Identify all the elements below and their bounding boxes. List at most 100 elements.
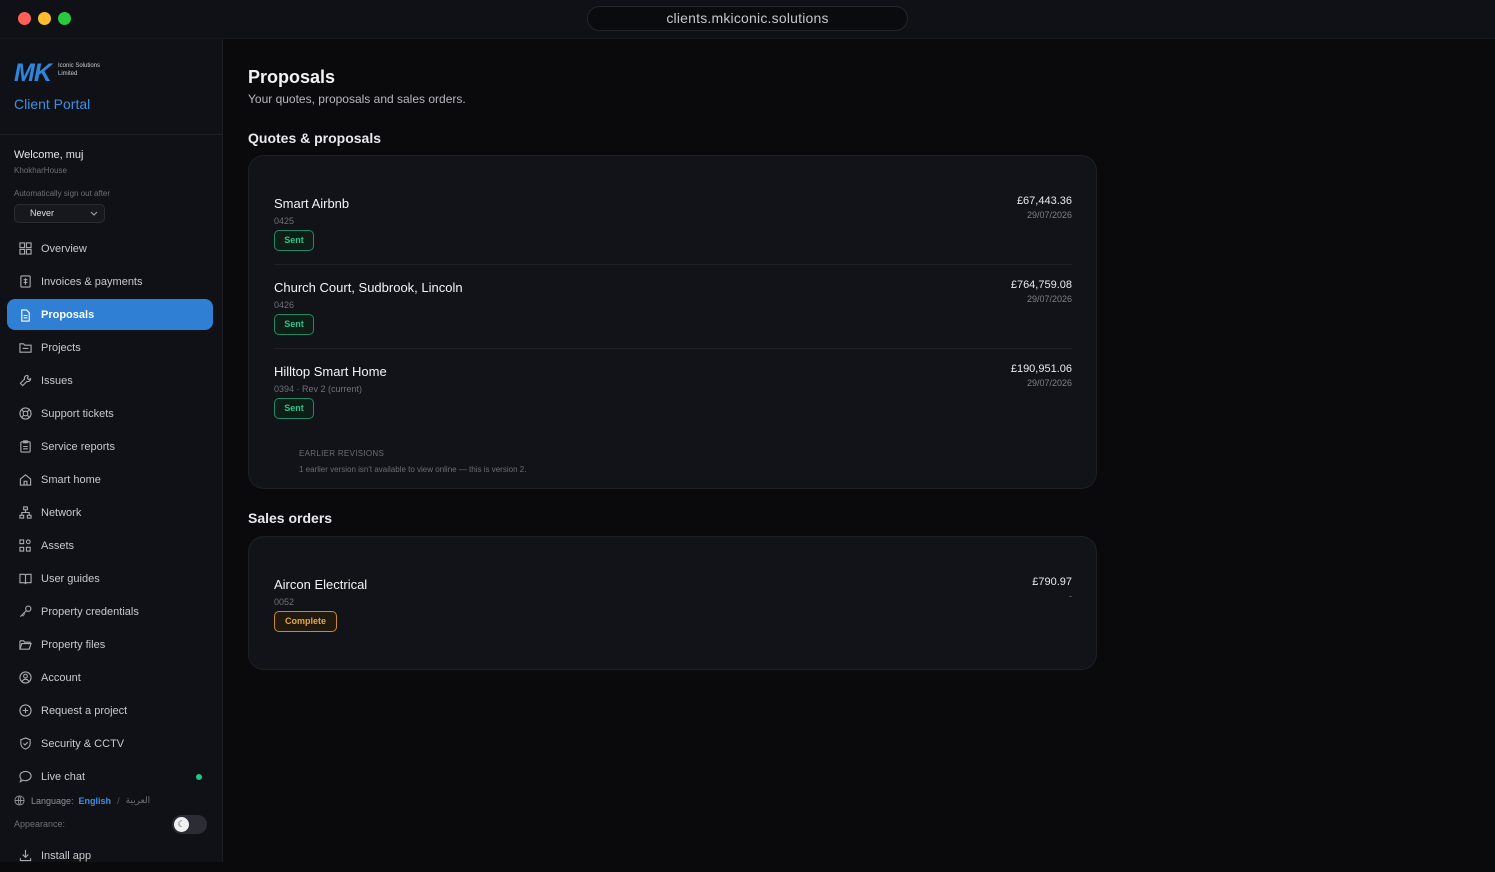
zoom-window-button[interactable]	[58, 12, 71, 25]
user-circle-icon	[19, 671, 32, 684]
proposal-ref: 0394 · Rev 2 (current)	[274, 384, 363, 394]
appearance-label: Appearance:	[14, 819, 66, 829]
shield-icon	[20, 737, 31, 750]
proposal-date: 29/07/2026	[1026, 294, 1072, 304]
proposal-amount: £190,951.06	[1010, 363, 1072, 375]
sidebar-item-assets[interactable]: Assets	[0, 529, 222, 562]
sidebar-item-proposals[interactable]: Proposals	[7, 299, 213, 330]
sidebar-divider	[0, 134, 222, 135]
assets-icon	[19, 539, 31, 552]
sidebar: MK Iconic Solutions Limited Client Porta…	[0, 39, 223, 862]
proposal-title[interactable]: Church Court, Sudbrook, Lincoln	[274, 280, 463, 295]
logo-mark: MK	[14, 59, 52, 87]
folder-icon	[19, 343, 32, 353]
sales-orders-section-title: Sales orders	[248, 510, 333, 526]
list-item[interactable]: Hilltop Smart Home 0394 · Rev 2 (current…	[274, 363, 1072, 474]
status-badge: Sent	[274, 398, 314, 419]
sidebar-item-label: Security & CCTV	[41, 737, 125, 750]
book-icon	[19, 573, 32, 585]
sidebar-item-label: Property files	[41, 638, 106, 651]
sidebar-item-label: Overview	[41, 242, 87, 255]
key-icon	[19, 605, 32, 618]
sidebar-item-overview[interactable]: Overview	[0, 232, 222, 265]
row-divider	[274, 264, 1072, 265]
install-app-button[interactable]: Install app	[0, 839, 222, 872]
download-icon	[19, 849, 32, 862]
status-badge: Sent	[274, 314, 314, 335]
proposal-ref: 0426	[274, 300, 295, 310]
sidebar-item-label: User guides	[41, 572, 100, 585]
company-name: KhokharHouse	[14, 166, 67, 175]
sidebar-item-label: Projects	[41, 341, 81, 354]
sidebar-item-property-credentials[interactable]: Property credentials	[0, 595, 222, 628]
moon-icon: ☾	[174, 817, 189, 832]
quotes-card: Smart Airbnb 0425 Sent £67,443.36 29/07/…	[248, 155, 1097, 489]
network-icon	[19, 506, 32, 519]
signout-select[interactable]: Never	[14, 204, 105, 223]
sidebar-item-projects[interactable]: Projects	[0, 331, 222, 364]
receipt-icon	[20, 275, 31, 288]
order-title[interactable]: Aircon Electrical	[274, 577, 367, 592]
sidebar-item-issues[interactable]: Issues	[0, 364, 222, 397]
sidebar-item-security-cctv[interactable]: Security & CCTV	[0, 727, 222, 760]
sidebar-item-live-chat[interactable]: Live chat	[0, 760, 222, 793]
globe-icon	[14, 795, 25, 806]
signout-label: Automatically sign out after	[14, 189, 111, 198]
sidebar-item-label: Account	[41, 671, 81, 684]
home-icon	[19, 474, 32, 486]
sidebar-item-label: Support tickets	[41, 407, 114, 420]
quotes-section-title: Quotes & proposals	[248, 130, 382, 146]
address-bar[interactable]: clients.mkiconic.solutions	[587, 6, 908, 31]
sidebar-item-label: Request a project	[41, 704, 128, 717]
sidebar-item-account[interactable]: Account	[0, 661, 222, 694]
welcome-text: Welcome, muj	[14, 149, 84, 161]
appearance-toggle[interactable]: ☾	[172, 815, 207, 834]
language-english[interactable]: English	[79, 796, 112, 806]
grid-icon	[19, 242, 32, 255]
sidebar-item-label: Issues	[41, 374, 73, 387]
sidebar-item-user-guides[interactable]: User guides	[0, 562, 222, 595]
list-item[interactable]: Aircon Electrical 0052 Complete £790.97 …	[274, 576, 1072, 637]
sidebar-item-label: Network	[41, 506, 82, 519]
plus-circle-icon	[19, 704, 32, 717]
proposal-amount: £764,759.08	[1010, 279, 1072, 291]
wrench-icon	[19, 374, 32, 387]
language-arabic[interactable]: العربية	[126, 795, 151, 806]
minimize-window-button[interactable]	[38, 12, 51, 25]
sidebar-item-property-files[interactable]: Property files	[0, 628, 222, 661]
close-window-button[interactable]	[18, 12, 31, 25]
sidebar-item-smart-home[interactable]: Smart home	[0, 463, 222, 496]
proposal-title[interactable]: Smart Airbnb	[274, 196, 349, 211]
sidebar-item-service-reports[interactable]: Service reports	[0, 430, 222, 463]
document-icon	[21, 309, 30, 322]
order-amount: £790.97	[1032, 576, 1072, 588]
chat-icon	[19, 770, 32, 783]
sidebar-item-label: Live chat	[41, 770, 86, 783]
clipboard-icon	[20, 440, 31, 453]
sidebar-item-network[interactable]: Network	[0, 496, 222, 529]
list-item[interactable]: Smart Airbnb 0425 Sent £67,443.36 29/07/…	[274, 195, 1072, 256]
page-subtitle: Your quotes, proposals and sales orders.	[248, 92, 466, 106]
status-badge: Complete	[274, 611, 337, 632]
list-item[interactable]: Church Court, Sudbrook, Lincoln 0426 Sen…	[274, 279, 1072, 340]
online-indicator	[196, 774, 202, 780]
order-ref: 0052	[274, 597, 295, 607]
chevron-down-icon	[90, 205, 98, 228]
sidebar-nav: Overview Invoices & payments Proposals P…	[0, 232, 222, 793]
language-switcher: Language: English / العربية	[14, 795, 150, 806]
proposal-date: 29/07/2026	[1026, 210, 1072, 220]
language-separator: /	[117, 795, 120, 806]
window-titlebar: clients.mkiconic.solutions	[0, 0, 1495, 39]
install-app-label: Install app	[41, 849, 92, 862]
sidebar-item-invoices[interactable]: Invoices & payments	[0, 265, 222, 298]
sidebar-item-label: Invoices & payments	[41, 275, 143, 288]
proposal-title[interactable]: Hilltop Smart Home	[274, 364, 387, 379]
sidebar-item-label: Proposals	[41, 308, 95, 321]
proposal-date: 29/07/2026	[1026, 378, 1072, 388]
sidebar-item-support-tickets[interactable]: Support tickets	[0, 397, 222, 430]
sidebar-item-label: Property credentials	[41, 605, 139, 618]
lifebuoy-icon	[19, 407, 32, 420]
sidebar-item-label: Service reports	[41, 440, 115, 453]
sidebar-item-request-project[interactable]: Request a project	[0, 694, 222, 727]
proposal-ref: 0425	[274, 216, 295, 226]
